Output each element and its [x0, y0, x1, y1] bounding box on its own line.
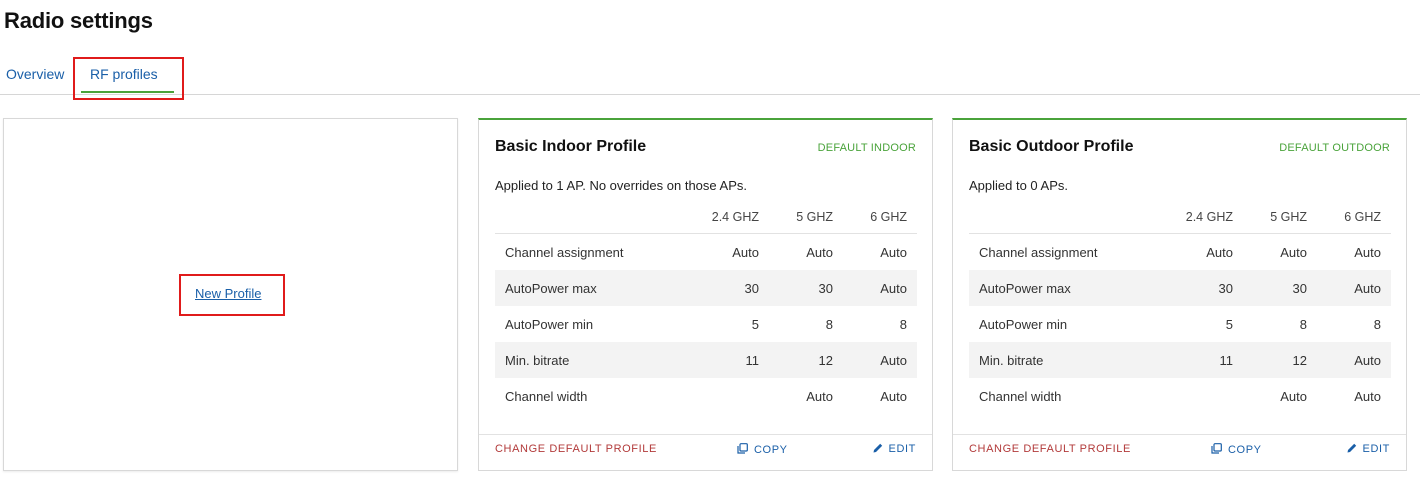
- change-default-profile-button[interactable]: CHANGE DEFAULT PROFILE: [969, 443, 1131, 455]
- row-label: Min. bitrate: [979, 353, 1044, 368]
- row-label: Channel assignment: [979, 245, 1098, 260]
- cell-value: Auto: [1206, 245, 1233, 260]
- column-header: 2.4 GHZ: [1185, 210, 1233, 224]
- cell-value: Auto: [1354, 281, 1381, 296]
- row-label: AutoPower max: [979, 281, 1071, 296]
- column-header: 2.4 GHZ: [711, 210, 759, 224]
- profile-title: Basic Indoor Profile: [495, 138, 647, 155]
- cell-value: Auto: [880, 245, 907, 260]
- profile-settings-table: 2.4 GHZ 5 GHZ 6 GHZ Channel assignment A…: [969, 204, 1391, 414]
- cell-value: Auto: [1354, 353, 1381, 368]
- cell-value: Auto: [880, 281, 907, 296]
- cell-value: 30: [1218, 281, 1233, 296]
- row-label: Channel assignment: [505, 245, 624, 260]
- cell-value: 5: [1225, 317, 1233, 332]
- edit-label: EDIT: [1362, 443, 1390, 455]
- table-row: Min. bitrate 11 12 Auto: [495, 342, 917, 378]
- edit-button[interactable]: EDIT: [873, 443, 916, 455]
- row-label: AutoPower min: [505, 317, 594, 332]
- cell-value: 8: [1299, 317, 1307, 332]
- applied-summary: Applied to 0 APs.: [969, 178, 1069, 193]
- profile-title: Basic Outdoor Profile: [969, 138, 1134, 155]
- pencil-icon: [873, 443, 882, 453]
- table-row: Channel width Auto Auto: [969, 378, 1391, 414]
- copy-label: COPY: [754, 444, 788, 456]
- cell-value: Auto: [1280, 245, 1307, 260]
- change-default-profile-button[interactable]: CHANGE DEFAULT PROFILE: [495, 443, 657, 455]
- profile-card-outdoor: Basic Outdoor Profile DEFAULT OUTDOOR Ap…: [952, 118, 1407, 471]
- copy-label: COPY: [1228, 444, 1262, 456]
- cell-value: Auto: [806, 389, 833, 404]
- profile-card-indoor: Basic Indoor Profile DEFAULT INDOOR Appl…: [478, 118, 933, 471]
- cell-value: 12: [818, 353, 833, 368]
- table-row: Channel assignment Auto Auto Auto: [969, 234, 1391, 270]
- cell-value: 30: [818, 281, 833, 296]
- default-badge: DEFAULT INDOOR: [817, 142, 916, 154]
- cell-value: 8: [899, 317, 907, 332]
- row-label: AutoPower max: [505, 281, 597, 296]
- table-header: 2.4 GHZ 5 GHZ 6 GHZ: [969, 204, 1391, 234]
- row-label: Min. bitrate: [505, 353, 570, 368]
- cell-value: 12: [1292, 353, 1307, 368]
- tab-bar: Overview RF profiles: [0, 58, 1420, 95]
- table-row: AutoPower min 5 8 8: [969, 306, 1391, 342]
- row-label: Channel width: [979, 389, 1062, 404]
- cell-value: Auto: [806, 245, 833, 260]
- card-footer-divider: [953, 434, 1406, 435]
- column-header: 6 GHZ: [870, 210, 907, 224]
- copy-icon: [737, 443, 748, 454]
- profile-settings-table: 2.4 GHZ 5 GHZ 6 GHZ Channel assignment A…: [495, 204, 917, 414]
- cell-value: Auto: [880, 389, 907, 404]
- cell-value: 8: [825, 317, 833, 332]
- row-label: AutoPower min: [979, 317, 1068, 332]
- cell-value: 30: [744, 281, 759, 296]
- highlight-new-profile: [179, 274, 285, 316]
- cell-value: 5: [751, 317, 759, 332]
- table-row: Channel assignment Auto Auto Auto: [495, 234, 917, 270]
- edit-button[interactable]: EDIT: [1347, 443, 1390, 455]
- table-row: Min. bitrate 11 12 Auto: [969, 342, 1391, 378]
- copy-icon: [1211, 443, 1222, 454]
- table-row: AutoPower min 5 8 8: [495, 306, 917, 342]
- table-row: AutoPower max 30 30 Auto: [969, 270, 1391, 306]
- table-header: 2.4 GHZ 5 GHZ 6 GHZ: [495, 204, 917, 234]
- page-title: Radio settings: [4, 8, 153, 33]
- pencil-icon: [1347, 443, 1356, 453]
- copy-button[interactable]: COPY: [737, 443, 788, 456]
- cell-value: 11: [1219, 353, 1234, 368]
- column-header: 5 GHZ: [796, 210, 833, 224]
- default-badge: DEFAULT OUTDOOR: [1279, 142, 1390, 154]
- card-footer-divider: [479, 434, 932, 435]
- cell-value: 30: [1292, 281, 1307, 296]
- edit-label: EDIT: [888, 443, 916, 455]
- cell-value: 11: [745, 353, 760, 368]
- cell-value: Auto: [732, 245, 759, 260]
- cell-value: Auto: [1354, 389, 1381, 404]
- table-row: Channel width Auto Auto: [495, 378, 917, 414]
- tab-overview[interactable]: Overview: [6, 66, 64, 82]
- column-header: 6 GHZ: [1344, 210, 1381, 224]
- column-header: 5 GHZ: [1270, 210, 1307, 224]
- table-row: AutoPower max 30 30 Auto: [495, 270, 917, 306]
- copy-button[interactable]: COPY: [1211, 443, 1262, 456]
- cell-value: Auto: [880, 353, 907, 368]
- highlight-rf-profiles-tab: [73, 57, 184, 100]
- cell-value: Auto: [1280, 389, 1307, 404]
- applied-summary: Applied to 1 AP. No overrides on those A…: [495, 178, 747, 193]
- row-label: Channel width: [505, 389, 588, 404]
- cell-value: 8: [1373, 317, 1381, 332]
- cell-value: Auto: [1354, 245, 1381, 260]
